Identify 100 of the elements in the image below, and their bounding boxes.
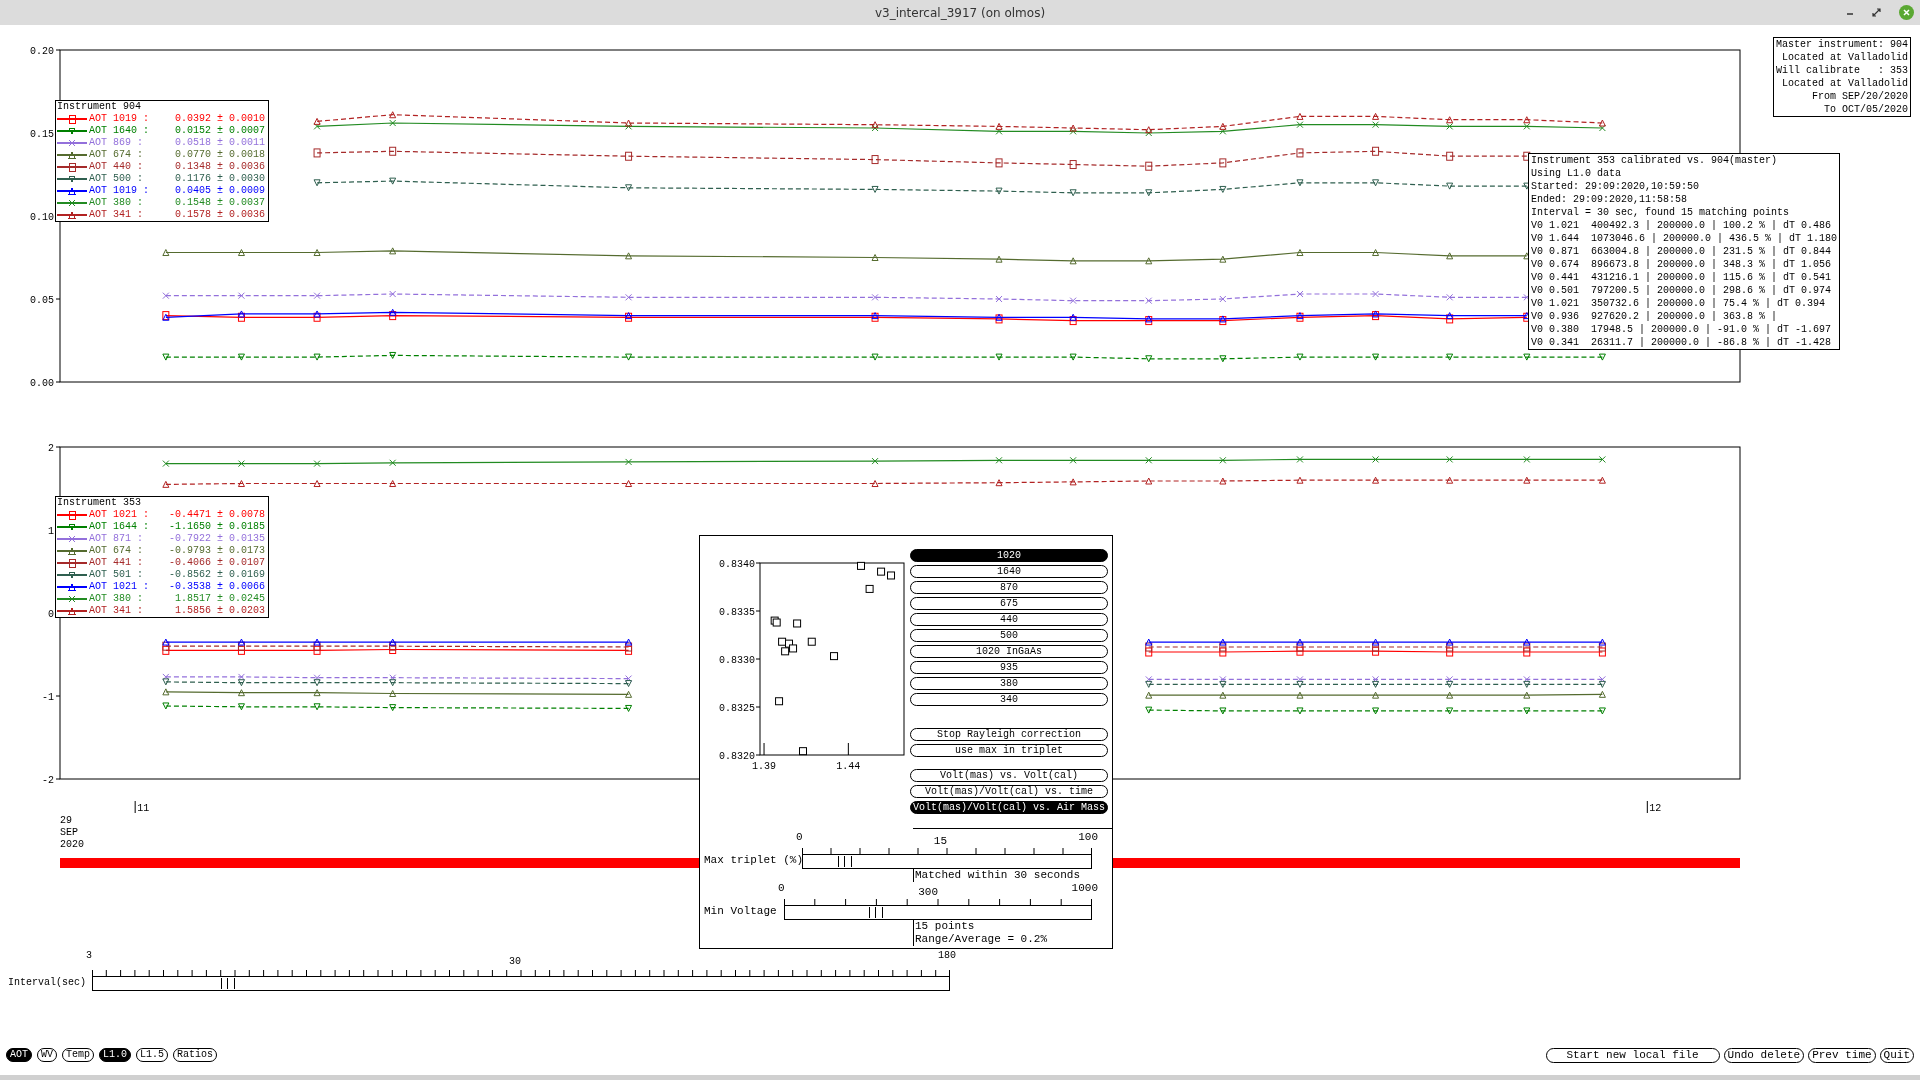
- slider-min-label: 0: [796, 831, 803, 843]
- y-tick-label: 2: [48, 443, 54, 454]
- legend-label: AOT 1019: [88, 113, 137, 125]
- legend-separator: :: [137, 173, 144, 185]
- x-tick-label: 1.44: [836, 761, 861, 772]
- info-line: Interval = 30 sec, found 15 matching points: [1531, 206, 1791, 219]
- date-label: 29: [60, 815, 72, 826]
- legend-separator: :: [137, 197, 144, 209]
- slider-max-label: 180: [937, 950, 956, 962]
- legend-separator: :: [137, 593, 144, 605]
- y-tick-label: 0.8340: [719, 559, 755, 570]
- toggle-button[interactable]: 1640: [910, 565, 1108, 578]
- toggle-button[interactable]: 870: [910, 581, 1108, 594]
- time-tick-label: 11: [137, 803, 150, 814]
- legend-separator: :: [137, 557, 144, 569]
- toggle-button[interactable]: 380: [910, 677, 1108, 690]
- slider-label: Max triplet (%): [704, 852, 802, 868]
- legend-label: AOT 341: [88, 605, 131, 617]
- slider-max-label: 1000: [1071, 882, 1098, 894]
- legend-separator: :: [143, 521, 150, 533]
- legend-separator: :: [143, 185, 150, 197]
- info-line: Instrument 353 calibrated vs. 904(master): [1531, 154, 1779, 167]
- legend-value: 0.0405 ± 0.0009: [175, 185, 266, 197]
- info-line: V0 0.674 896673.8 | 200000.0 | 348.3 % | dT 1.056: [1531, 258, 1833, 271]
- y-tick-label: 0: [48, 609, 54, 620]
- info-line: V0 0.501 797200.5 | 200000.0 | 298.6 % | dT 0.974: [1531, 284, 1833, 297]
- status-text: 15 points: [915, 920, 976, 933]
- toggle-button[interactable]: WV: [37, 1048, 58, 1062]
- legend-label: AOT 1021: [88, 581, 137, 593]
- legend-label: AOT 380: [88, 197, 131, 209]
- toggle-button[interactable]: AOT: [6, 1048, 32, 1062]
- legend-separator: :: [137, 161, 144, 173]
- date-label: SEP: [60, 827, 78, 838]
- info-line: Located at Valladolid: [1781, 77, 1909, 90]
- y-tick-label: 0.8320: [719, 751, 755, 762]
- legend-label: AOT 674: [88, 149, 131, 161]
- legend-separator: :: [137, 149, 144, 161]
- action-button[interactable]: Start new local file: [1545, 1047, 1720, 1063]
- toggle-button[interactable]: L1.0: [99, 1048, 132, 1062]
- legend-separator: :: [137, 569, 144, 581]
- info-line: Ended: 29:09:2020,11:58:58: [1531, 193, 1689, 206]
- legend-label: AOT 1640: [88, 125, 137, 137]
- info-line: From SEP/20/2020: [1811, 90, 1909, 103]
- legend-title: Instrument 353: [57, 497, 142, 509]
- toggle-button[interactable]: 675: [910, 597, 1108, 610]
- info-line: V0 1.021 350732.6 | 200000.0 | 75.4 % | dT 0.394: [1531, 297, 1827, 310]
- slider-label: Interval(sec): [8, 976, 87, 990]
- slider-value-label: 15: [933, 835, 947, 847]
- status-text: Matched within 30 seconds: [915, 869, 1081, 881]
- legend-value: 0.0392 ± 0.0010: [175, 113, 266, 125]
- legend-separator: :: [137, 605, 144, 617]
- toggle-button[interactable]: Volt(mas)/Volt(cal) vs. Air Mass: [910, 801, 1108, 814]
- legend-value: 0.1176 ± 0.0030: [175, 173, 266, 185]
- slider-min-label: 0: [778, 882, 785, 894]
- legend-separator: :: [143, 125, 150, 137]
- toggle-button[interactable]: 440: [910, 613, 1108, 626]
- legend-value: 0.0152 ± 0.0007: [175, 125, 266, 137]
- action-button[interactable]: Quit: [1879, 1047, 1914, 1063]
- legend-separator: :: [143, 113, 150, 125]
- legend-label: AOT 869: [88, 137, 131, 149]
- info-line: Using L1.0 data: [1531, 167, 1622, 180]
- info-line: V0 0.380 17948.5 | 200000.0 | -91.0 % | dT -1.697: [1531, 323, 1833, 336]
- info-line: Started: 29:09:2020,10:59:50: [1531, 180, 1701, 193]
- legend-value: 1.8517 ± 0.0245: [175, 593, 266, 605]
- info-line: V0 0.871 663004.8 | 200000.0 | 231.5 % | dT 0.844: [1531, 245, 1833, 258]
- toggle-button[interactable]: L1.5: [136, 1048, 169, 1062]
- toggle-button[interactable]: Volt(mas) vs. Volt(cal): [910, 769, 1108, 782]
- option-button[interactable]: Stop Rayleigh correction: [910, 728, 1108, 741]
- legend-label: AOT 441: [88, 557, 131, 569]
- y-tick-label: 0.8325: [719, 703, 755, 714]
- info-line: To OCT/05/2020: [1823, 103, 1909, 116]
- info-line: V0 0.341 26311.7 | 200000.0 | -86.8 % | dT -1.428: [1531, 336, 1833, 349]
- legend-separator: :: [137, 545, 144, 557]
- info-line: Master instrument: 904: [1776, 38, 1909, 51]
- toggle-button[interactable]: 340: [910, 693, 1108, 706]
- y-tick-label: -1: [42, 692, 54, 703]
- action-button[interactable]: Prev time: [1808, 1047, 1876, 1063]
- legend-value: 0.1548 ± 0.0037: [175, 197, 266, 209]
- toggle-button[interactable]: Temp: [62, 1048, 95, 1062]
- toggle-button[interactable]: 1020 InGaAs: [910, 645, 1108, 658]
- toggle-button[interactable]: 935: [910, 661, 1108, 674]
- y-tick-label: 0.05: [30, 295, 54, 306]
- y-tick-label: 1: [48, 526, 54, 537]
- slider-max-label: 100: [1078, 831, 1098, 843]
- toggle-button[interactable]: 500: [910, 629, 1108, 642]
- toggle-button[interactable]: 1020: [910, 549, 1108, 562]
- window-title: v3_intercal_3917 (on olmos): [874, 4, 1046, 22]
- legend-label: AOT 440: [88, 161, 131, 173]
- legend-value: 0.0518 ± 0.0011: [175, 137, 266, 149]
- slider-value-label: 300: [918, 886, 938, 898]
- legend-value: -0.8562 ± 0.0169: [169, 569, 266, 581]
- toggle-button[interactable]: Ratios: [173, 1048, 218, 1062]
- legend-value: -1.1650 ± 0.0185: [169, 521, 266, 533]
- info-line: V0 1.644 1073046.6 | 200000.0 | 436.5 % | dT 1.180: [1531, 232, 1838, 245]
- action-button[interactable]: Undo delete: [1723, 1047, 1805, 1063]
- toggle-button[interactable]: Volt(mas)/Volt(cal) vs. time: [910, 785, 1108, 798]
- option-button[interactable]: use max in triplet: [910, 744, 1108, 757]
- y-tick-label: 0.00: [30, 378, 54, 389]
- legend-separator: :: [137, 533, 144, 545]
- legend-value: -0.9793 ± 0.0173: [169, 545, 266, 557]
